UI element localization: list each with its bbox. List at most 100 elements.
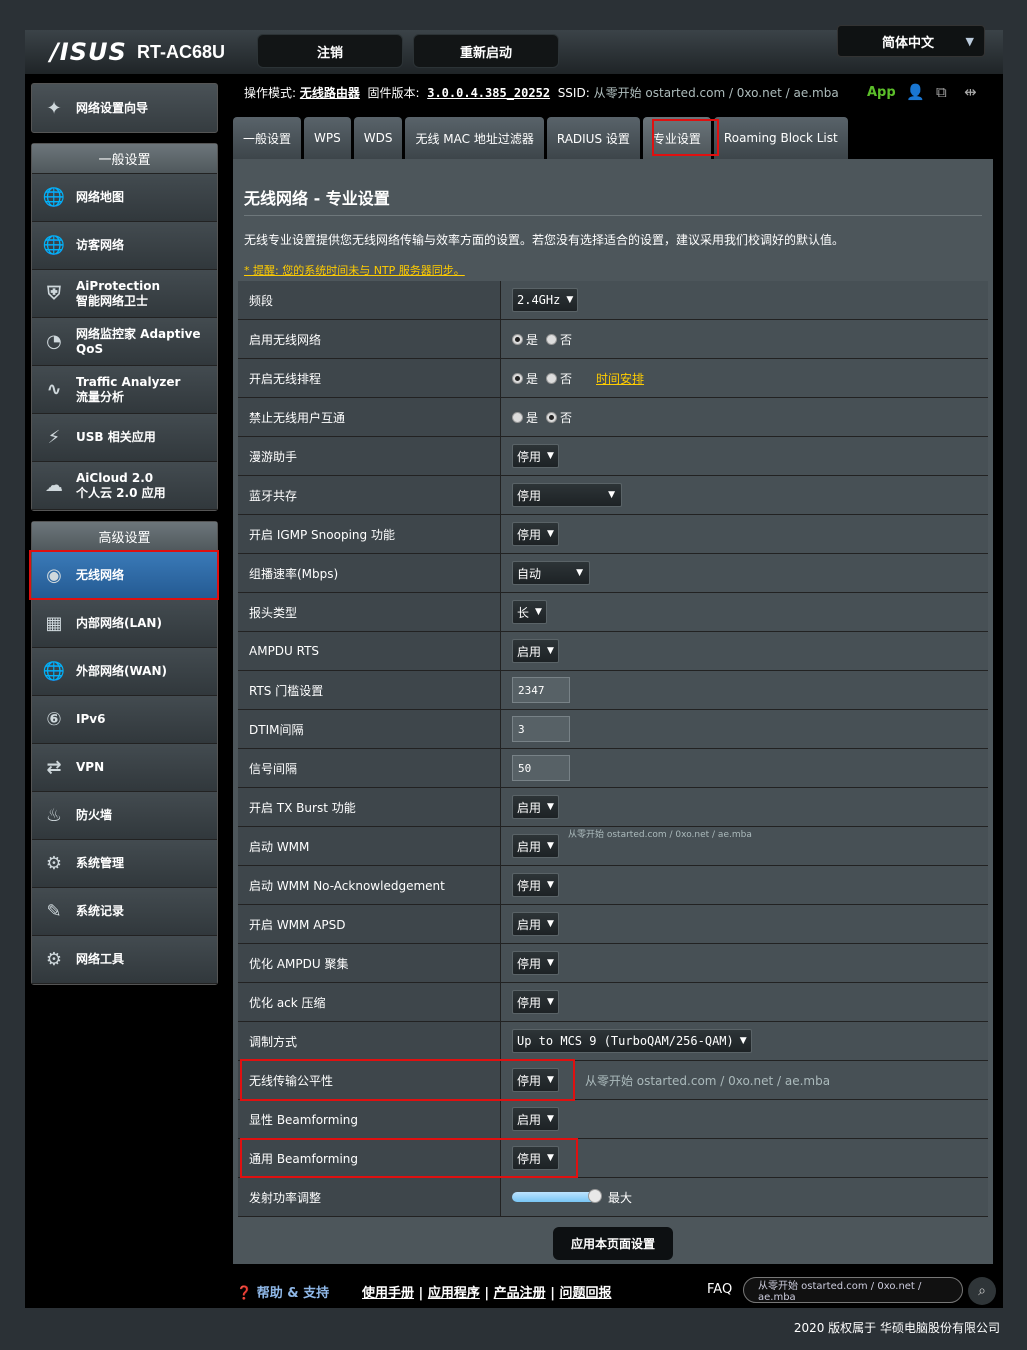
sidebar-item-usb[interactable]: ⚡ USB 相关应用 xyxy=(32,414,217,462)
wmm-note: 从零开始 ostarted.com / 0xo.net / ae.mba xyxy=(568,830,752,840)
sidebar-item-log[interactable]: ✎ 系统记录 xyxy=(32,888,217,936)
radio-no[interactable]: 否 xyxy=(546,409,572,426)
setting-select[interactable]: 启用 ▼ xyxy=(512,1107,559,1131)
search-icon[interactable]: ⌕ xyxy=(968,1277,996,1305)
help-support[interactable]: ❓ 帮助 & 支持 xyxy=(236,1282,329,1301)
setting-select[interactable]: 启用 ▼ xyxy=(512,834,559,858)
sidebar-item-gauge[interactable]: ◔ 网络监控家 Adaptive QoS xyxy=(32,318,217,366)
setting-label: 开启 TX Burst 功能 xyxy=(238,788,501,826)
reboot-button[interactable]: 重新启动 xyxy=(413,34,559,68)
setting-input[interactable]: 2347 xyxy=(512,677,570,703)
radio-no[interactable]: 否 xyxy=(546,331,572,348)
chevron-down-icon: ▼ xyxy=(547,997,554,1007)
setting-select[interactable]: Up to MCS 9 (TurboQAM/256-QAM) ▼ xyxy=(512,1029,752,1053)
usb-status-icon[interactable]: ⇹ xyxy=(964,83,977,101)
setting-select[interactable]: 停用 ▼ xyxy=(512,990,559,1014)
feedback-link[interactable]: 问题回报 xyxy=(559,1286,611,1301)
tab-1[interactable]: WPS xyxy=(304,117,351,159)
sidebar-item-shield[interactable]: ⛨ AiProtection 智能网络卫士 xyxy=(32,270,217,318)
radio-yes[interactable]: 是 xyxy=(512,409,538,426)
sidebar-item-label: 外部网络(WAN) xyxy=(76,664,167,678)
tab-4[interactable]: RADIUS 设置 xyxy=(546,117,640,159)
model-name: RT-AC68U xyxy=(137,42,226,62)
setting-select[interactable]: 启用 ▼ xyxy=(512,639,559,663)
setting-value: 是否 xyxy=(501,320,988,358)
ntp-warning-link[interactable]: * 提醒: 您的系统时间未与 NTP 服务器同步。 xyxy=(244,262,465,278)
setting-value: 最大 xyxy=(501,1178,988,1216)
register-link[interactable]: 产品注册 xyxy=(494,1286,546,1301)
setting-select[interactable]: 2.4GHz ▼ xyxy=(512,288,579,312)
mode-label: 操作模式: xyxy=(244,86,297,100)
setting-select[interactable]: 停用 ▼ xyxy=(512,444,559,468)
sidebar-item-vpn[interactable]: ⇄ VPN xyxy=(32,744,217,792)
chevron-down-icon: ▼ xyxy=(547,1114,554,1124)
slider-handle[interactable] xyxy=(588,1189,602,1203)
apps-link[interactable]: 应用程序 xyxy=(428,1286,480,1301)
sidebar-item-ipv6[interactable]: ⑥ IPv6 xyxy=(32,696,217,744)
select-value: 启用 xyxy=(517,1112,542,1127)
table-row: 启用无线网络是否 xyxy=(238,320,988,359)
setting-label: 频段 xyxy=(238,281,501,319)
radio-no[interactable]: 否 xyxy=(546,370,572,387)
table-row: 信号间隔 50 xyxy=(238,749,988,788)
tab-3[interactable]: 无线 MAC 地址过滤器 xyxy=(405,117,544,159)
setting-input[interactable]: 3 xyxy=(512,716,570,742)
select-value: 启用 xyxy=(517,644,542,659)
radio-button-icon xyxy=(546,333,558,345)
faq-search-input[interactable]: 从零开始 ostarted.com / 0xo.net / ae.mba xyxy=(743,1277,963,1303)
tab-0[interactable]: 一般设置 xyxy=(233,117,302,159)
tx-power-slider[interactable] xyxy=(512,1189,602,1203)
setting-select[interactable]: 停用 ▼ xyxy=(512,873,559,897)
tab-6[interactable]: Roaming Block List xyxy=(713,117,848,159)
sidebar-item-pulse[interactable]: ∿ Traffic Analyzer 流量分析 xyxy=(32,366,217,414)
setting-select[interactable]: 停用 ▼ xyxy=(512,483,622,507)
sidebar-general: 一般设置 🌐 网络地图 🌐 访客网络 ⛨ AiProtection 智能网络卫士 ◔ 网络监控… xyxy=(31,143,218,511)
fw-version-link[interactable]: 3.0.0.4.385_20252 xyxy=(427,86,550,100)
tab-2[interactable]: WDS xyxy=(353,117,403,159)
mode-value-link[interactable]: 无线路由器 xyxy=(300,86,360,100)
chevron-down-icon: ▼ xyxy=(547,802,554,812)
radio-label: 是 xyxy=(526,410,539,425)
window-icon[interactable]: ⧉ xyxy=(936,83,947,101)
setting-select[interactable]: 停用 ▼ xyxy=(512,522,559,546)
setting-select[interactable]: 启用 ▼ xyxy=(512,795,559,819)
setting-select[interactable]: 长 ▼ xyxy=(512,600,547,624)
manual-link[interactable]: 使用手册 xyxy=(362,1286,414,1301)
radio-yes[interactable]: 是 xyxy=(512,331,538,348)
setting-label: 优化 ack 压缩 xyxy=(238,983,501,1021)
sidebar-item-globe[interactable]: 🌐 网络地图 xyxy=(32,174,217,222)
title-divider xyxy=(244,215,982,216)
sidebar-item-label: VPN xyxy=(76,760,105,774)
setting-value: 50 xyxy=(501,749,988,787)
user-icon[interactable]: 👤 xyxy=(906,83,925,101)
setting-label: 报头类型 xyxy=(238,593,501,631)
logout-button[interactable]: 注销 xyxy=(257,34,403,68)
language-select[interactable]: 简体中文 ▼ xyxy=(837,25,985,57)
sidebar-item-firewall[interactable]: ♨ 防火墙 xyxy=(32,792,217,840)
setting-select[interactable]: 停用 ▼ xyxy=(512,951,559,975)
setting-value: 2.4GHz ▼ xyxy=(501,281,988,319)
table-row: 频段 2.4GHz ▼ xyxy=(238,281,988,320)
select-value: 停用 xyxy=(517,527,542,542)
sidebar-item-admin-gear[interactable]: ⚙ 系统管理 xyxy=(32,840,217,888)
select-value: 启用 xyxy=(517,839,542,854)
sidebar-item-cloud[interactable]: ☁ AiCloud 2.0 个人云 2.0 应用 xyxy=(32,462,217,510)
setting-input[interactable]: 50 xyxy=(512,755,570,781)
schedule-link[interactable]: 时间安排 xyxy=(596,370,644,387)
sidebar-item-lan[interactable]: ▦ 内部网络(LAN) xyxy=(32,600,217,648)
setting-label: AMPDU RTS xyxy=(238,632,501,670)
page-title: 无线网络 - 专业设置 xyxy=(244,189,390,208)
sidebar-item-label: 网络设置向导 xyxy=(76,100,149,115)
sidebar-item-wan-globe[interactable]: 🌐 外部网络(WAN) xyxy=(32,648,217,696)
sidebar-item-tools[interactable]: ⚙ 网络工具 xyxy=(32,936,217,984)
app-link[interactable]: App xyxy=(867,85,896,100)
radio-yes[interactable]: 是 xyxy=(512,370,538,387)
setting-select[interactable]: 自动 ▼ xyxy=(512,561,590,585)
setting-select[interactable]: 启用 ▼ xyxy=(512,912,559,936)
sidebar-item-wizard[interactable]: ✦ 网络设置向导 xyxy=(32,84,217,132)
apply-button[interactable]: 应用本页面设置 xyxy=(553,1227,673,1260)
faq-label: FAQ xyxy=(707,1282,733,1297)
sidebar-item-guest-globe[interactable]: 🌐 访客网络 xyxy=(32,222,217,270)
radio-label: 否 xyxy=(560,371,573,386)
pulse-icon: ∿ xyxy=(46,379,62,400)
